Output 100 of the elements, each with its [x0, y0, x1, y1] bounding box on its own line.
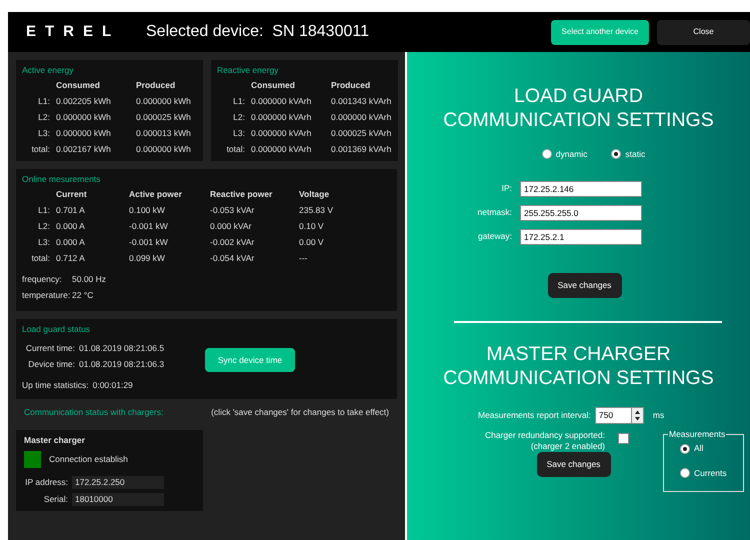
row-label: total:: [30, 144, 50, 155]
text-field[interactable]: 255.255.255.0: [520, 204, 642, 221]
table-cell-text: -0.054 kVAr: [210, 253, 256, 264]
field-label: Charger redundancy supported: (charger 2 enabled): [484, 430, 605, 452]
table-cell-text: 0.000000 kVArh: [251, 96, 312, 107]
unit-label: ms: [652, 410, 664, 421]
field-value: 172.25.2.250: [72, 476, 164, 489]
table-cell-text: 0.701 A: [56, 205, 86, 216]
note-text: (click 'save changes' for changes to take effect): [211, 407, 389, 419]
table-cell-text: 0.000000 kWh: [136, 96, 192, 107]
field-value: 18010000: [72, 493, 164, 506]
section-title: MASTER CHARGER COMMUNICATION SETTINGS: [442, 342, 715, 390]
row-label: L1:: [37, 205, 50, 216]
column-header: Produced: [136, 80, 176, 91]
table-cell-text: 0.000 A: [56, 221, 86, 232]
row-label: L2:: [232, 112, 245, 123]
text-field[interactable]: 172.25.2.146: [520, 180, 642, 197]
table-cell-text: 0.099 kW: [129, 253, 166, 264]
save-button[interactable]: Save changes: [536, 452, 610, 477]
radio-button[interactable]: [680, 468, 690, 478]
field-label: IP:: [500, 183, 513, 194]
panel-title: Load guard status: [22, 324, 92, 335]
field-value: 01.08.2019 08:21:06.3: [79, 359, 166, 370]
table-cell-text: 0.000000 kVArh: [251, 128, 312, 139]
row-label: total:: [226, 144, 245, 155]
table-cell-text: 0.000025 kVArh: [331, 128, 392, 139]
column-header: Active power: [129, 189, 183, 200]
device-title: Selected device: SN 18430011: [146, 22, 369, 42]
column-header: Current: [56, 189, 88, 200]
row-label: L1:: [232, 96, 245, 107]
section-title: Communication status with chargers:: [24, 407, 164, 418]
field-label: Measurements report interval:: [478, 410, 592, 421]
column-header: Consumed: [56, 80, 101, 91]
field-label: netmask:: [476, 207, 513, 218]
text-field[interactable]: 172.25.2.1: [520, 228, 642, 245]
field-value: 50.00 Hz: [72, 274, 108, 285]
table-cell-text: 235.83 V: [299, 205, 334, 216]
field-label: Up time statistics:: [22, 380, 90, 391]
radio-label: All: [694, 442, 704, 455]
column-header: Reactive power: [210, 189, 274, 200]
column-header: Voltage: [299, 189, 330, 200]
table-cell-text: 0.000000 kVArh: [251, 144, 312, 155]
table-cell-text: 0.000 A: [56, 237, 86, 248]
section-title: LOAD GUARD COMMUNICATION SETTINGS: [442, 84, 715, 132]
checkbox[interactable]: [618, 432, 629, 444]
field-label: temperature:: [22, 290, 72, 301]
row-label: L2:: [37, 221, 50, 232]
radio-button[interactable]: [542, 149, 552, 160]
field-value: 01.08.2019 08:21:06.5: [79, 343, 166, 354]
table-cell-text: 0.001343 kVArh: [331, 96, 392, 107]
table-cell-text: 0.000025 kWh: [136, 112, 192, 123]
table-cell-text: 0.000013 kWh: [136, 128, 192, 139]
panel-title: Online mesurements: [22, 174, 102, 185]
table-cell-text: ---: [299, 253, 308, 264]
table-cell-text: -0.002 kVAr: [210, 237, 256, 248]
row-label: total:: [30, 253, 50, 264]
card-title: Master charger: [24, 435, 86, 446]
field-label: gateway:: [476, 231, 513, 242]
fieldset-legend: Measurements: [668, 430, 726, 438]
field-label: Device time:: [27, 359, 76, 370]
table-cell-text: 0.10 V: [299, 221, 325, 232]
row-label: L3:: [37, 237, 50, 248]
table-cell-text: 0.712 A: [56, 253, 86, 264]
panel-title: Active energy: [22, 65, 74, 76]
table-cell-text: 0.000 kVAr: [210, 221, 252, 232]
row-label: L2:: [37, 112, 50, 123]
radio-label: static: [625, 148, 646, 161]
table-cell-text: 0.00 V: [299, 237, 325, 248]
table-cell-text: 0.000000 kWh: [136, 144, 192, 155]
table-cell-text: 0.000000 kVArh: [331, 112, 392, 123]
table-cell-text: 0.000000 kVArh: [251, 112, 312, 123]
row-label: L3:: [37, 128, 50, 139]
table-cell-text: -0.053 kVAr: [210, 205, 256, 216]
table-cell-text: -0.001 kW: [129, 221, 169, 232]
table-cell-text: 0.000000 kWh: [56, 128, 112, 139]
table-cell-text: 0.002205 kWh: [56, 96, 112, 107]
table-cell-text: -0.001 kW: [129, 237, 169, 248]
panel-title: Reactive energy: [217, 65, 280, 76]
status-text: Connection establish: [49, 454, 128, 465]
number-field[interactable]: 750: [594, 406, 631, 424]
table-cell-text: 0.001369 kVArh: [331, 144, 392, 155]
field-value: 22 °C: [72, 290, 94, 301]
field-label: Serial:: [42, 494, 69, 505]
radio-label: Currents: [694, 467, 727, 480]
spinner-arrows-icon[interactable]: [630, 406, 644, 424]
logo: ETREL: [26, 22, 122, 42]
radio-button[interactable]: [680, 444, 690, 454]
row-label: L1:: [37, 96, 50, 107]
radio-button[interactable]: [611, 149, 622, 160]
save-button[interactable]: Save changes: [548, 272, 622, 298]
table-cell-text: 0.100 kW: [129, 205, 166, 216]
field-value: 0:00:01:29: [92, 380, 133, 391]
field-label: Current time:: [24, 343, 76, 354]
table-cell-text: 0.000000 kWh: [56, 112, 112, 123]
close-button[interactable]: Close: [657, 20, 750, 44]
table-cell-text: 0.002167 kWh: [56, 144, 112, 155]
column-header: Produced: [331, 80, 372, 91]
radio-label: dynamic: [556, 148, 588, 161]
column-header: Consumed: [251, 80, 296, 91]
row-label: L3:: [232, 128, 245, 139]
